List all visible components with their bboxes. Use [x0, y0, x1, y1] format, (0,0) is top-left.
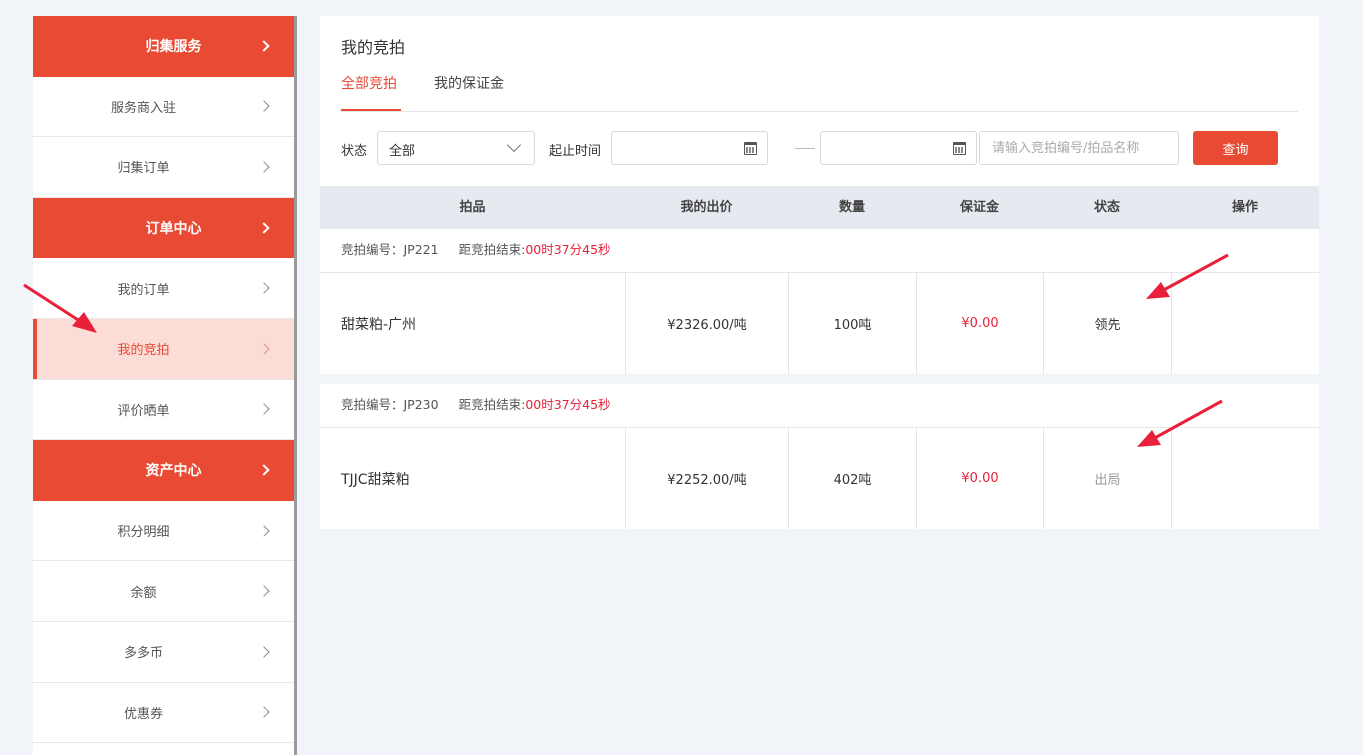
column-header-quantity: 数量 — [838, 200, 865, 215]
chevron-right-icon — [258, 100, 270, 113]
auction-end-label: 距竞拍结束: — [458, 397, 526, 412]
sidebar-item-label: 余额 — [130, 585, 157, 601]
auction-order-card: 竞拍编号：JP221 距竞拍结束:00时37分45秒 甜菜粕-广州 ¥2326.0… — [320, 229, 1319, 374]
chevron-right-icon — [258, 524, 270, 537]
chevron-right-icon — [258, 282, 270, 294]
filter-bar: 状态 全部 起止时间 查询 — [341, 131, 1319, 165]
chevron-down-icon — [506, 137, 522, 153]
chevron-right-icon — [258, 343, 270, 355]
sidebar-header-order-center[interactable]: 订单中心 — [33, 197, 294, 259]
date-range-label: 起止时间 — [549, 144, 602, 159]
bid-price: ¥2252.00/吨 — [625, 428, 788, 529]
sidebar-header-collection[interactable]: 归集服务 — [33, 16, 294, 77]
chevron-right-icon — [258, 222, 270, 234]
chevron-right-icon — [258, 161, 270, 173]
sidebar-item-my-auctions[interactable]: 我的竞拍 — [33, 318, 294, 380]
sidebar-header-label: 资产中心 — [145, 463, 202, 480]
auction-order-card: 竞拍编号：JP230 距竞拍结束:00时37分45秒 TJJC甜菜粕 ¥2252.… — [320, 384, 1319, 529]
chevron-right-icon — [258, 464, 270, 477]
sidebar-item-balance[interactable]: 余额 — [33, 561, 294, 622]
start-date-input[interactable] — [611, 131, 768, 165]
column-header-action: 操作 — [1231, 200, 1258, 215]
deposit-amount: ¥0.00 — [916, 273, 1043, 374]
status-badge: 出局 — [1043, 428, 1171, 529]
sidebar-item-label: 优惠券 — [123, 706, 163, 722]
sidebar-item-label: 多多币 — [123, 646, 163, 662]
tab-all-auctions[interactable]: 全部竞拍 — [341, 72, 401, 111]
chevron-right-icon — [258, 646, 270, 658]
auction-number: 竞拍编号：JP221 — [341, 242, 439, 257]
table-row: 甜菜粕-广州 ¥2326.00/吨 100吨 ¥0.00 领先 — [320, 273, 1319, 374]
countdown-timer: 00时37分45秒 — [525, 242, 611, 257]
sidebar-item-label: 评价晒单 — [117, 403, 170, 419]
page-title: 我的竞拍 — [341, 38, 406, 57]
bid-price: ¥2326.00/吨 — [625, 273, 788, 374]
sidebar-item-coins[interactable]: 多多币 — [33, 622, 294, 683]
table-row: TJJC甜菜粕 ¥2252.00/吨 402吨 ¥0.00 出局 — [320, 428, 1319, 529]
auction-number: 竞拍编号：JP230 — [341, 397, 439, 412]
order-meta: 竞拍编号：JP230 距竞拍结束:00时37分45秒 — [320, 384, 1319, 428]
sidebar-item-collection-orders[interactable]: 归集订单 — [33, 137, 294, 198]
item-name[interactable]: 甜菜粕-广州 — [320, 273, 625, 374]
auction-end-label: 距竞拍结束: — [458, 242, 526, 257]
sidebar-item-reviews[interactable]: 评价晒单 — [33, 380, 294, 441]
query-button[interactable]: 查询 — [1193, 131, 1278, 165]
sidebar-header-asset-center[interactable]: 资产中心 — [33, 440, 294, 501]
sidebar-item-label: 积分明细 — [117, 525, 170, 541]
main-panel: 我的竞拍 全部竞拍 我的保证金 状态 全部 起止时间 查询 — [320, 16, 1319, 186]
column-header-deposit: 保证金 — [959, 200, 999, 215]
date-range-separator — [795, 148, 815, 149]
sidebar-header-label: 订单中心 — [145, 221, 202, 238]
sidebar-item-label: 我的订单 — [117, 282, 170, 298]
action-cell — [1171, 273, 1319, 374]
quantity: 100吨 — [788, 273, 916, 374]
search-input[interactable] — [979, 131, 1179, 165]
sidebar-nav: 归集服务 服务商入驻 归集订单 订单中心 我的订单 我的竞拍 评价晒单 资产中心… — [33, 16, 297, 755]
chevron-right-icon — [258, 403, 270, 416]
chevron-right-icon — [258, 706, 270, 718]
table-header: 拍品 我的出价 数量 保证金 状态 操作 — [320, 186, 1319, 229]
sidebar-item-coupons[interactable]: 优惠券 — [33, 683, 294, 744]
quantity: 402吨 — [788, 428, 916, 529]
sidebar-item-label: 服务商入驻 — [110, 100, 176, 116]
deposit-amount: ¥0.00 — [916, 428, 1043, 529]
chevron-right-icon — [258, 40, 270, 52]
sidebar-header-label: 归集服务 — [145, 39, 202, 56]
sidebar-item-provider-signup[interactable]: 服务商入驻 — [33, 77, 294, 138]
sidebar-item-label: 我的竞拍 — [117, 343, 170, 359]
tab-bar: 全部竞拍 我的保证金 — [341, 72, 1298, 112]
column-header-status: 状态 — [1093, 200, 1120, 215]
sidebar-item-my-orders[interactable]: 我的订单 — [33, 258, 294, 319]
status-badge: 领先 — [1043, 273, 1171, 374]
countdown-timer: 00时37分45秒 — [525, 397, 611, 412]
status-select-value: 全部 — [389, 144, 416, 159]
end-date-input[interactable] — [820, 131, 977, 165]
status-select[interactable]: 全部 — [377, 131, 535, 165]
sidebar-item-points[interactable]: 积分明细 — [33, 501, 294, 562]
column-header-item: 拍品 — [459, 200, 486, 215]
sidebar-item-label: 归集订单 — [117, 161, 170, 177]
order-meta: 竞拍编号：JP221 距竞拍结束:00时37分45秒 — [320, 229, 1319, 273]
status-filter-label: 状态 — [341, 144, 368, 159]
calendar-icon[interactable] — [744, 142, 757, 155]
column-header-bid: 我的出价 — [680, 200, 733, 215]
chevron-right-icon — [258, 585, 270, 597]
tab-my-deposit[interactable]: 我的保证金 — [434, 72, 504, 111]
item-name[interactable]: TJJC甜菜粕 — [320, 428, 625, 529]
action-cell — [1171, 428, 1319, 529]
calendar-icon[interactable] — [953, 142, 966, 155]
